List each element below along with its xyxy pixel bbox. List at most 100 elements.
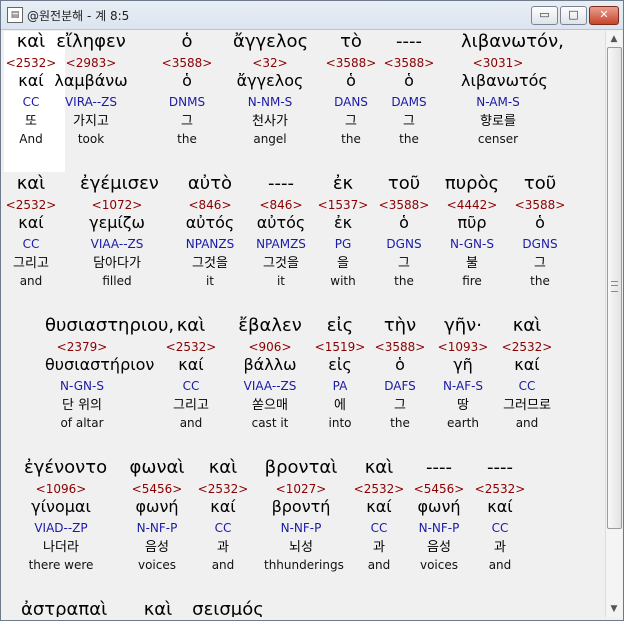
word-morph: CC — [518, 379, 536, 393]
word-strong: <2532> — [501, 340, 553, 354]
title-bar[interactable]: ▤ @원전분해 - 계 8:5 ▭ □ ✕ — [1, 1, 623, 30]
word-korean: 그 — [398, 256, 410, 271]
word-strong: <2983> — [65, 56, 117, 70]
word-lemma: καί — [514, 355, 540, 374]
word-korean: 불 — [466, 256, 478, 271]
word-lemma: βροντή — [271, 497, 331, 516]
word-lemma: βάλλω — [243, 355, 297, 374]
word-greek: ὁ — [181, 31, 193, 52]
word-strong: <846> — [188, 198, 232, 212]
word-english: the — [177, 132, 197, 146]
word-strong: <906> — [248, 340, 292, 354]
word-strong: <3588> — [514, 198, 566, 212]
word-greek: ἔβαλεν — [238, 315, 302, 336]
word-morph: VIAA--ZS — [90, 237, 144, 251]
word-korean: 나더라 — [43, 540, 79, 555]
word-greek: καὶ — [208, 457, 238, 478]
scroll-down-arrow-icon[interactable]: ▼ — [606, 601, 622, 617]
word-lemma: λαμβάνω — [54, 71, 128, 90]
word-lemma: ὁ — [404, 71, 414, 90]
word-greek: αὐτὸ — [187, 173, 233, 194]
word-morph: N-GN-S — [450, 237, 494, 251]
word-strong: <2532> — [197, 482, 249, 496]
app-window: ▤ @원전분해 - 계 8:5 ▭ □ ✕ καὶ <2532> καί CC 또 And… — [0, 0, 624, 621]
word-english: voices — [137, 558, 176, 572]
word-morph: DAMS — [391, 95, 427, 109]
word-english: filled — [102, 274, 132, 288]
word-korean: 쏟으매 — [252, 398, 288, 413]
word-lemma: ἄγγελος — [236, 71, 304, 90]
word-english: thhunderings — [264, 558, 344, 572]
word-greek: ---- — [396, 31, 422, 52]
word-korean: 그리고 — [13, 256, 49, 271]
word-morph: DGNS — [386, 237, 422, 251]
word-lemma: καί — [210, 497, 236, 516]
word-lemma: ὁ — [535, 213, 545, 232]
word-english: fire — [462, 274, 482, 288]
word-strong: <3588> — [161, 56, 213, 70]
word-korean: 그러므로 — [503, 398, 551, 413]
scrollbar-thumb[interactable] — [607, 47, 622, 529]
word-lemma: γῆ — [453, 355, 473, 374]
word-english: the — [394, 274, 414, 288]
maximize-button[interactable]: □ — [560, 6, 587, 25]
word-korean: 그 — [403, 114, 415, 129]
scroll-up-arrow-icon[interactable]: ▲ — [606, 31, 622, 47]
word-lemma: γίνομαι — [31, 497, 91, 516]
word-korean: 그 — [181, 114, 193, 129]
word-morph: N-AF-S — [442, 379, 484, 393]
word-morph: VIRA--ZS — [64, 95, 118, 109]
word-lemma: ὁ — [399, 213, 409, 232]
word-morph: CC — [22, 237, 40, 251]
word-english: of altar — [60, 416, 104, 430]
minimize-button[interactable]: ▭ — [531, 6, 558, 25]
word-english: and — [515, 416, 539, 430]
word-lemma: θυσιαστήριον — [45, 355, 155, 374]
vertical-scrollbar[interactable]: ▲ ▼ — [605, 31, 622, 617]
word-strong: <3031> — [472, 56, 524, 70]
close-button[interactable]: ✕ — [589, 6, 619, 25]
word-morph: N-NM-S — [247, 95, 293, 109]
word-strong: <2532> — [165, 340, 217, 354]
word-english: censer — [477, 132, 519, 146]
word-strong: <3588> — [378, 198, 430, 212]
word-korean: 향로를 — [480, 114, 516, 129]
word-greek: γῆν· — [444, 315, 482, 336]
word-morph: VIAD--ZP — [34, 521, 88, 535]
word-korean: 단 위의 — [61, 398, 102, 413]
word-greek: φωναὶ — [129, 457, 185, 478]
word-greek: τοῦ — [387, 173, 421, 194]
word-greek: ---- — [487, 457, 513, 478]
word-korean: 그리고 — [173, 398, 209, 413]
word-greek: καὶ — [143, 599, 173, 618]
interlinear-view[interactable]: καὶ <2532> καί CC 또 And εἴληφεν <2983> λαμβάνω VI… — [4, 31, 604, 617]
word-morph: CC — [182, 379, 200, 393]
word-greek: λιβανωτόν, — [461, 31, 564, 52]
window-controls: ▭ □ ✕ — [531, 6, 619, 25]
word-morph: NPANZS — [185, 237, 235, 251]
word-english: and — [19, 274, 43, 288]
word-strong: <2379> — [56, 340, 108, 354]
word-lemma: γεμίζω — [89, 213, 145, 232]
word-greek: βρονταὶ — [264, 457, 338, 478]
word-greek: ἀστραπαὶ — [21, 599, 108, 618]
word-lemma: καί — [487, 497, 513, 516]
word-morph: N-AM-S — [476, 95, 520, 109]
word-korean: 가지고 — [73, 114, 109, 129]
word-lemma: πῦρ — [457, 213, 487, 232]
word-english: took — [77, 132, 105, 146]
word-strong: <2532> — [5, 198, 57, 212]
word-strong: <1093> — [437, 340, 489, 354]
word-greek: τοῦ — [523, 173, 557, 194]
word-greek: καὶ — [176, 315, 206, 336]
word-lemma: ὁ — [182, 71, 192, 90]
word-english: earth — [447, 416, 479, 430]
word-english: and — [488, 558, 512, 572]
word-greek: ἐγέμισεν — [80, 173, 159, 194]
word-lemma: φωνή — [135, 497, 179, 516]
word-english: angel — [253, 132, 287, 146]
word-english: it — [205, 274, 215, 288]
word-korean: 과 — [217, 540, 229, 555]
word-greek: σεισμός — [192, 599, 264, 618]
word-strong: <5456> — [131, 482, 183, 496]
